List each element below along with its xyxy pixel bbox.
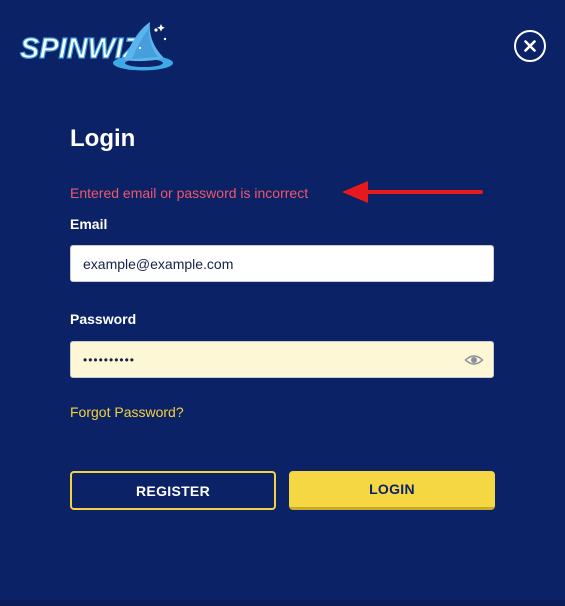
eye-icon[interactable] <box>464 351 484 369</box>
bottom-edge <box>0 600 565 606</box>
email-field-wrapper <box>70 245 494 282</box>
password-label: Password <box>70 311 137 327</box>
spinwiz-logo[interactable]: SPINWIZ <box>18 16 176 74</box>
email-label: Email <box>70 216 108 232</box>
email-field[interactable] <box>71 246 493 281</box>
page-title: Login <box>70 125 136 152</box>
arrow-left-icon <box>342 181 483 203</box>
error-message: Entered email or password is incorrect <box>70 185 309 201</box>
register-button[interactable]: REGISTER <box>70 471 276 510</box>
close-icon <box>524 40 536 52</box>
password-field[interactable] <box>71 342 493 377</box>
password-field-wrapper <box>70 341 494 378</box>
login-button[interactable]: LOGIN <box>289 471 495 510</box>
close-button[interactable] <box>514 30 546 62</box>
forgot-password-link[interactable]: Forgot Password? <box>70 404 184 421</box>
